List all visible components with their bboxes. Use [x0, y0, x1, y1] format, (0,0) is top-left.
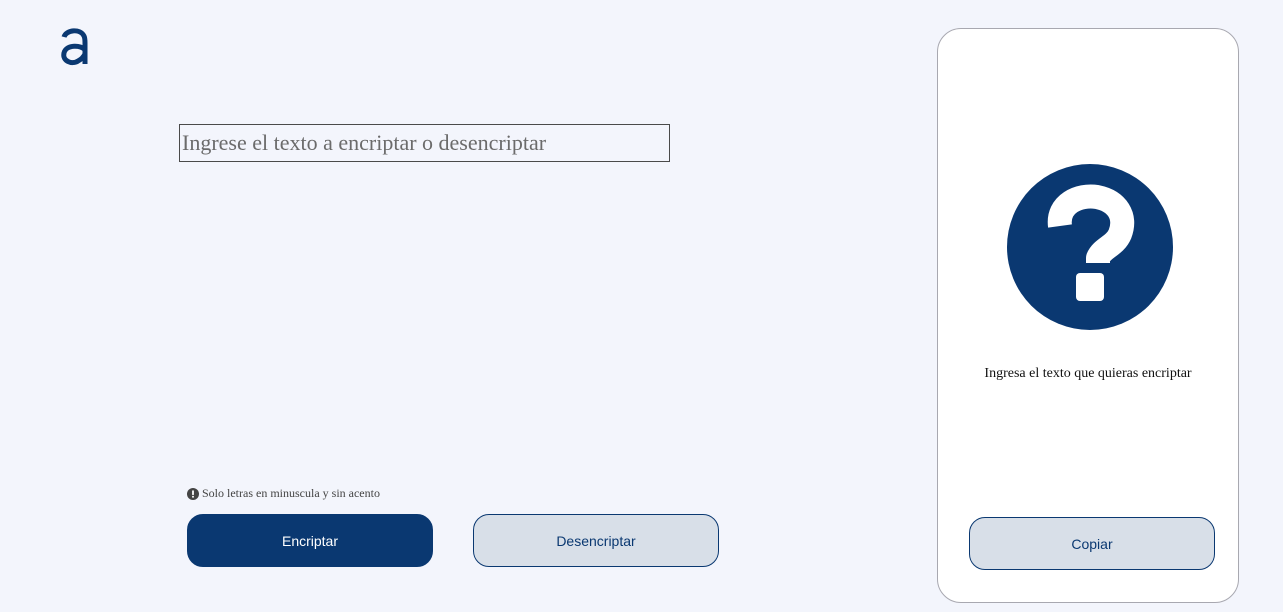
decrypt-button-label: Desencriptar [556, 532, 636, 549]
alura-logo-icon [58, 26, 90, 66]
encrypt-button[interactable]: Encriptar [187, 514, 433, 567]
hint: Solo letras en minuscula y sin acento [187, 486, 380, 501]
question-mark-icon [1007, 164, 1173, 330]
copy-button[interactable]: Copiar [969, 517, 1215, 570]
output-panel: Ingresa el texto que quieras encriptar C… [937, 28, 1239, 603]
copy-button-label: Copiar [1071, 535, 1113, 552]
decrypt-button[interactable]: Desencriptar [473, 514, 719, 567]
output-message: Ingresa el texto que quieras encriptar [984, 366, 1192, 381]
encrypt-button-label: Encriptar [281, 532, 339, 549]
hint-text: Solo letras en minuscula y sin acento [202, 486, 380, 500]
text-input[interactable] [179, 124, 670, 162]
info-icon [187, 487, 199, 500]
